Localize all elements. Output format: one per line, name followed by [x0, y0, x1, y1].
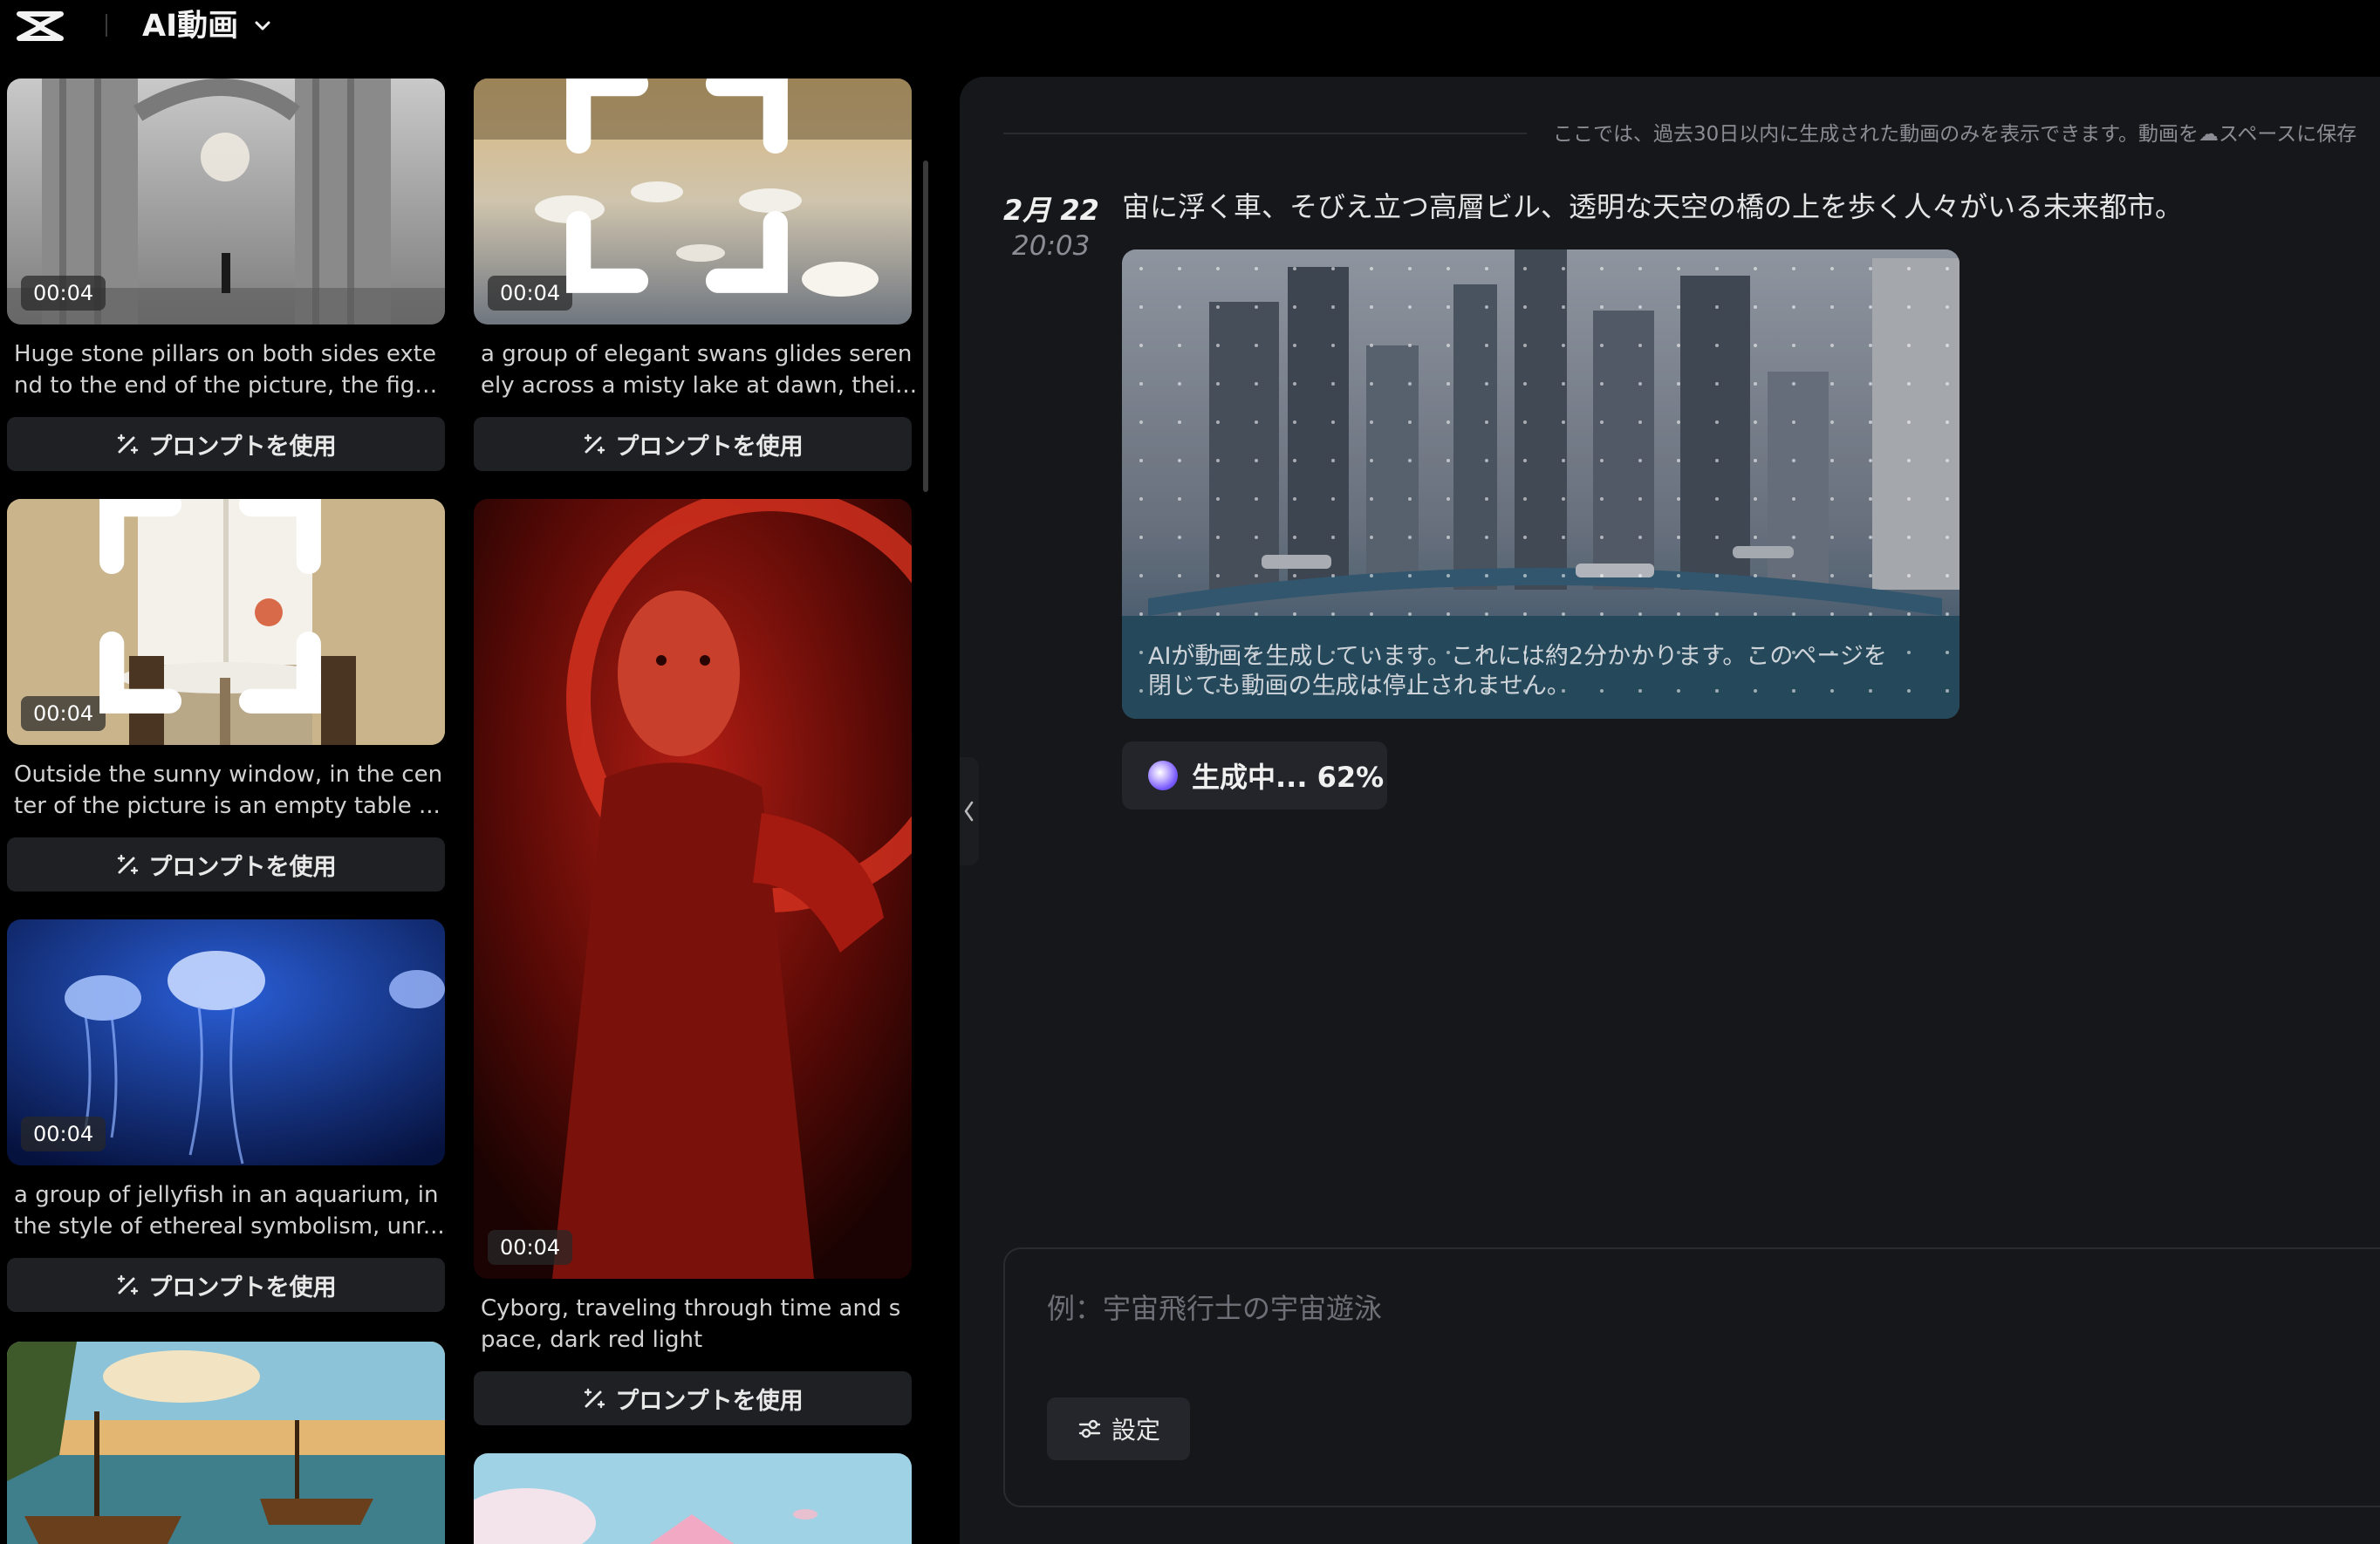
collapse-gallery-handle[interactable] [960, 757, 979, 865]
description-line: a group of jellyfish in an aquarium, in [14, 1182, 439, 1208]
duration-badge: 00:04 [488, 1230, 573, 1265]
magic-wand-icon [118, 854, 139, 875]
header-divider [106, 14, 107, 37]
use-prompt-button[interactable]: プロンプトを使用 [7, 837, 445, 892]
sliders-icon [1078, 1419, 1101, 1438]
retention-notice: ここでは、過去30日以内に生成された動画のみを表示できます。動画を☁スペースに保… [1553, 123, 2357, 146]
use-prompt-label: プロンプトを使用 [615, 1387, 804, 1415]
use-prompt-button[interactable]: プロンプトを使用 [474, 1371, 912, 1425]
notice-divider [1003, 133, 1527, 134]
chevron-down-icon[interactable] [253, 16, 272, 35]
prompt-gallery: 00:04 Huge stone pillars on both sides e… [0, 77, 942, 1544]
generating-message: AIが動画を生成しています。これには約2分かかります。このページを 閉じても動画… [1148, 642, 1933, 701]
video-thumbnail[interactable]: 00:04 [7, 79, 445, 325]
description-line: a group of elegant swans glides seren [481, 341, 913, 367]
magic-wand-icon [118, 1274, 139, 1295]
prompt-description: Huge stone pillars on both sides exte nd… [14, 338, 450, 401]
use-prompt-label: プロンプトを使用 [148, 433, 337, 461]
description-line: Huge stone pillars on both sides exte [14, 341, 436, 367]
generation-status: 生成中... 62% [1122, 741, 1387, 810]
message-date: 2月 22 [1003, 194, 1099, 227]
app-title[interactable]: AI動画 [142, 3, 238, 49]
video-thumbnail[interactable] [7, 1342, 445, 1544]
prompt-input-box: 設定 [1003, 1247, 2380, 1507]
video-thumbnail[interactable]: 00:04 [474, 79, 912, 325]
use-prompt-label: プロンプトを使用 [148, 1274, 337, 1301]
description-line: nd to the end of the picture, the figu..… [14, 372, 450, 399]
magic-wand-icon [118, 434, 139, 454]
prompt-description: Cyborg, traveling through time and s pac… [481, 1293, 917, 1356]
video-thumbnail[interactable]: 00:04 [7, 499, 445, 745]
top-bar: AI動画 [0, 0, 2380, 77]
duration-badge: 00:04 [21, 276, 106, 311]
settings-button[interactable]: 設定 [1047, 1397, 1190, 1460]
message-time: 20:03 [1012, 230, 1091, 262]
fullscreen-icon[interactable] [7, 499, 429, 726]
description-line: ely across a misty lake at dawn, thei... [481, 372, 917, 399]
magic-wand-icon [585, 434, 605, 454]
prompt-description: a group of jellyfish in an aquarium, in … [14, 1179, 450, 1242]
use-prompt-button[interactable]: プロンプトを使用 [7, 417, 445, 471]
generating-message-line: 閉じても動画の生成は停止されません。 [1148, 673, 1570, 700]
description-line: Cyborg, traveling through time and s [481, 1295, 901, 1322]
prompt-description: a group of elegant swans glides seren el… [481, 338, 917, 401]
fullscreen-icon[interactable] [474, 79, 896, 305]
description-line: the style of ethereal symbolism, unr... [14, 1213, 445, 1240]
prompt-description: Outside the sunny window, in the cen ter… [14, 759, 450, 822]
capcut-logo-icon[interactable] [16, 7, 65, 45]
description-line: ter of the picture is an empty table ... [14, 793, 441, 819]
description-line: Outside the sunny window, in the cen [14, 762, 443, 788]
use-prompt-label: プロンプトを使用 [615, 433, 804, 461]
gallery-scrollbar[interactable] [923, 161, 928, 492]
use-prompt-label: プロンプトを使用 [148, 853, 337, 881]
video-thumbnail[interactable]: 00:04 [7, 919, 445, 1165]
submitted-prompt: 宙に浮く車、そびえ立つ高層ビル、透明な天空の橋の上を歩く人々がいる未来都市。 [1122, 190, 2184, 223]
video-thumbnail[interactable]: 00:04 [474, 499, 912, 1279]
progress-orb-icon [1148, 761, 1178, 790]
video-thumbnail[interactable] [474, 1453, 912, 1544]
chevron-left-icon [964, 801, 974, 822]
description-line: pace, dark red light [481, 1327, 703, 1353]
magic-wand-icon [585, 1388, 605, 1409]
use-prompt-button[interactable]: プロンプトを使用 [474, 417, 912, 471]
prompt-input[interactable] [1047, 1282, 2356, 1335]
settings-label: 設定 [1111, 1416, 1160, 1445]
generation-status-label: 生成中... 62% [1192, 761, 1385, 794]
generation-panel: ここでは、過去30日以内に生成された動画のみを表示できます。動画を☁スペースに保… [960, 77, 2380, 1544]
generating-message-line: AIが動画を生成しています。これには約2分かかります。このページを [1148, 643, 1887, 670]
duration-badge: 00:04 [21, 1117, 106, 1151]
use-prompt-button[interactable]: プロンプトを使用 [7, 1258, 445, 1312]
